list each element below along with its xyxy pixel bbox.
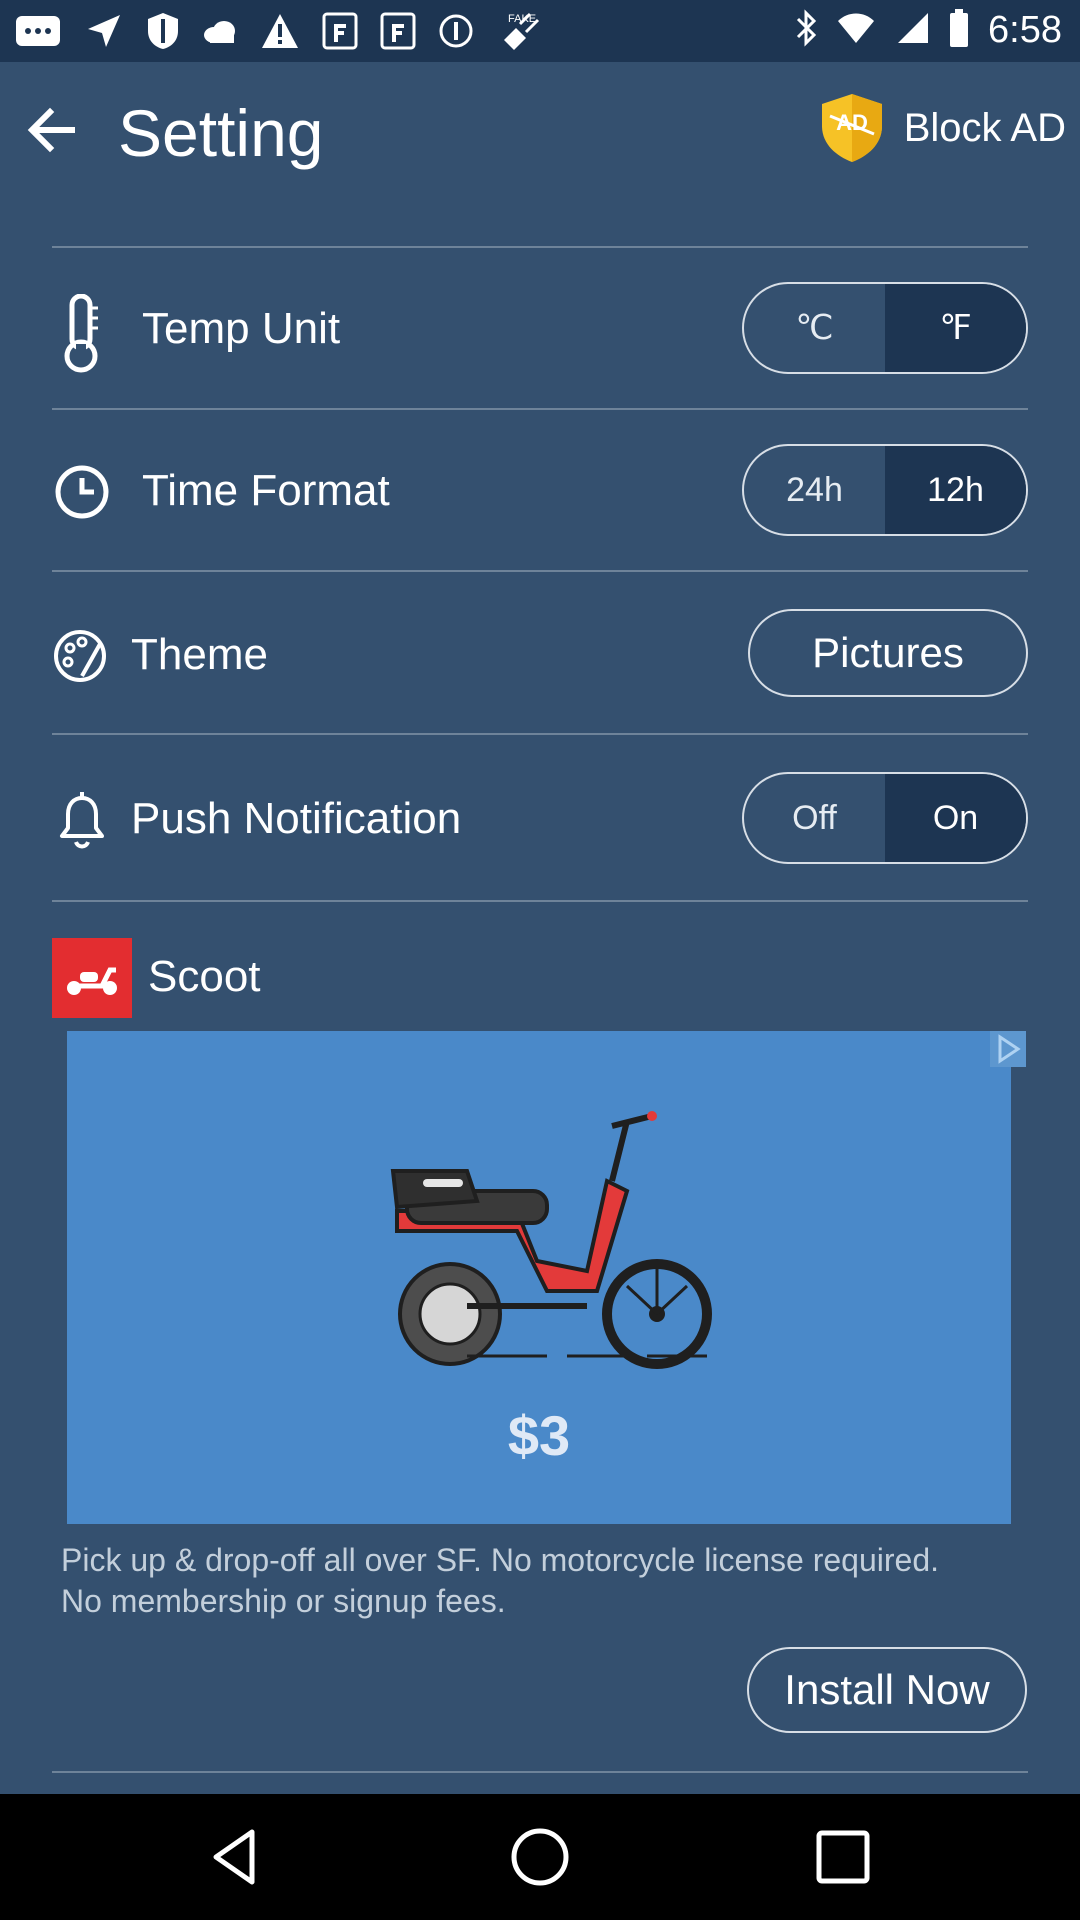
- clock-time: 6:58: [988, 9, 1062, 51]
- navigation-bar: [0, 1794, 1080, 1920]
- block-ad-button[interactable]: AD Block AD: [818, 92, 1066, 164]
- bell-icon: [52, 784, 112, 854]
- notification-icons: FAKE: [14, 10, 542, 57]
- fb-icon: [322, 12, 358, 55]
- theme-select-button[interactable]: Pictures: [748, 609, 1028, 697]
- time-format-row: Time Format 24h 12h: [52, 442, 1028, 538]
- app-bar: Setting AD Block AD: [0, 62, 1080, 192]
- circle-home-icon: [511, 1828, 569, 1886]
- shield-icon: [146, 11, 180, 56]
- cloud-icon: [202, 17, 238, 50]
- divider: [52, 570, 1028, 572]
- svg-text:AD: AD: [836, 110, 868, 135]
- status-bar: FAKE 6:58: [0, 0, 1080, 62]
- off-option[interactable]: Off: [744, 774, 885, 862]
- fahrenheit-option[interactable]: ℉: [885, 284, 1026, 372]
- install-now-button[interactable]: Install Now: [747, 1647, 1027, 1733]
- 24h-option[interactable]: 24h: [744, 446, 885, 534]
- push-notification-label: Push Notification: [131, 794, 462, 843]
- square-recents-icon: [816, 1830, 870, 1884]
- back-button[interactable]: [22, 100, 82, 160]
- palette-icon: [52, 620, 112, 690]
- temp-unit-label: Temp Unit: [142, 304, 341, 353]
- push-notification-row: Push Notification Off On: [52, 770, 1028, 866]
- adchoices-icon[interactable]: [990, 1031, 1026, 1067]
- divider: [52, 733, 1028, 735]
- scoot-logo: [52, 938, 132, 1018]
- arrow-left-icon: [27, 107, 75, 153]
- warning-icon: [260, 12, 300, 55]
- recents-nav-button[interactable]: [810, 1824, 876, 1890]
- temp-unit-row: Temp Unit ℃ ℉: [52, 280, 1028, 376]
- block-ad-label: Block AD: [903, 105, 1066, 150]
- message-icon: [14, 14, 62, 53]
- temp-unit-toggle: ℃ ℉: [742, 282, 1028, 374]
- push-notification-toggle: Off On: [742, 772, 1028, 864]
- theme-row: Theme Pictures: [52, 606, 1028, 702]
- fb-icon-2: [380, 12, 416, 55]
- celsius-option[interactable]: ℃: [744, 284, 885, 372]
- ad-image[interactable]: $3: [67, 1031, 1011, 1524]
- theme-label: Theme: [131, 630, 268, 679]
- back-nav-button[interactable]: [204, 1824, 270, 1890]
- ad-advertiser-name: Scoot: [148, 952, 261, 1001]
- home-nav-button[interactable]: [507, 1824, 573, 1890]
- divider: [52, 408, 1028, 410]
- battery-icon: [948, 8, 970, 53]
- on-option[interactable]: On: [885, 774, 1026, 862]
- time-format-label: Time Format: [142, 466, 390, 515]
- divider: [52, 900, 1028, 902]
- system-status: 6:58: [794, 8, 1062, 53]
- page-title: Setting: [118, 96, 324, 170]
- navigation-icon: [84, 11, 124, 56]
- thermometer-icon: [52, 293, 112, 373]
- triangle-back-icon: [213, 1829, 255, 1885]
- clock-icon: [52, 456, 112, 526]
- info-icon: [438, 13, 474, 54]
- ad-shield-icon: AD: [821, 94, 882, 162]
- ad-price: $3: [507, 1404, 571, 1467]
- divider: [52, 1771, 1028, 1773]
- ad-description: Pick up & drop-off all over SF. No motor…: [61, 1542, 940, 1619]
- bluetooth-icon: [794, 9, 818, 52]
- wifi-icon: [836, 11, 876, 50]
- signal-icon: [894, 11, 930, 50]
- divider: [52, 246, 1028, 248]
- 12h-option[interactable]: 12h: [885, 446, 1026, 534]
- scooter-illustration: [390, 1111, 712, 1369]
- ad-header: Scoot: [52, 938, 1028, 1018]
- time-format-toggle: 24h 12h: [742, 444, 1028, 536]
- fake-gps-icon: FAKE: [496, 10, 542, 57]
